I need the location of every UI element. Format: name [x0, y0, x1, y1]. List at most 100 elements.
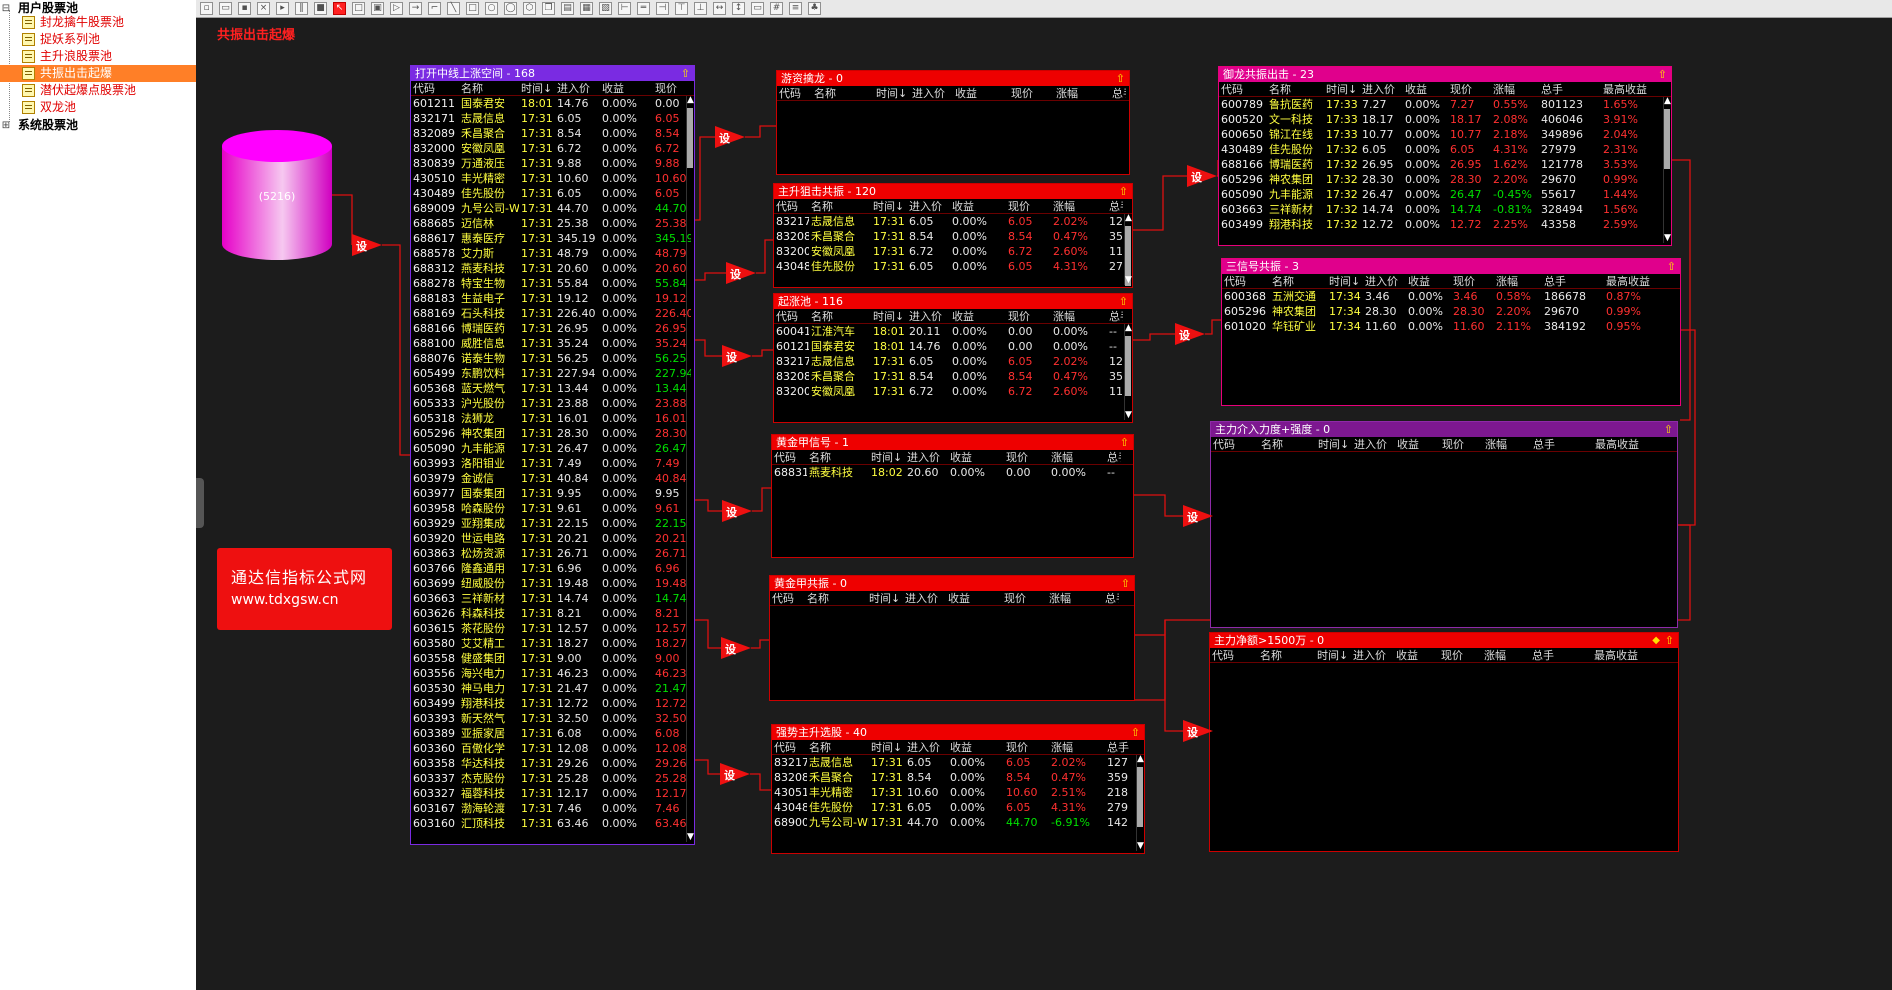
table-row[interactable]: 689009九号公司-WD17:3144.700.00%44.70 [411, 201, 694, 216]
table-row[interactable]: 688312 燕麦科技 17:31 20.60 0.00% 20.60 [411, 261, 694, 276]
set-node-9[interactable]: 设 [1183, 505, 1213, 527]
column-header[interactable]: 时间↓ [1316, 437, 1352, 451]
table-row[interactable]: 600789 鲁抗医药 17:33 7.27 0.00% 7.27 0.55% 801123 1… [1219, 97, 1671, 112]
scroll-up-icon[interactable]: ▲ [1664, 97, 1671, 106]
pool-panel-p2[interactable]: 游资擒龙 - 0⇧代码名称时间↓进入价收益现价涨幅总手 [776, 70, 1130, 175]
scroll-down-icon[interactable]: ▼ [1125, 276, 1132, 285]
table-row[interactable]: 601211国泰君安 18:01 14.76 0.00% 0.00 0.00% -- [774, 339, 1132, 354]
maximize-icon[interactable]: ⇧ [1658, 67, 1667, 82]
panel-header[interactable]: 打开中线上涨空间 - 168 ⇧ [411, 66, 694, 81]
column-header[interactable]: 涨幅 [1494, 274, 1542, 288]
table-row[interactable]: 688183 生益电子 17:31 19.12 0.00% 19.12 [411, 291, 694, 306]
column-header[interactable]: 现价 [1004, 740, 1049, 754]
set-node-2[interactable]: 设 [726, 262, 756, 284]
table-row[interactable]: 832171志晟信息 17:31 6.05 0.00% 6.05 2.02% 127 [772, 755, 1144, 770]
scroll-down-icon[interactable]: ▼ [1664, 234, 1671, 243]
column-header[interactable]: 收益 [1395, 437, 1440, 451]
table-row[interactable]: 832089禾昌聚合 17:31 8.54 0.00% 8.54 0.47% 35 [774, 369, 1132, 384]
scrollbar[interactable]: ▲ ▼ [1124, 324, 1132, 420]
table-row[interactable]: 688685 迈信林 17:31 25.38 0.00% 25.38 [411, 216, 694, 231]
column-header[interactable]: 总手 [1542, 274, 1604, 288]
column-header[interactable]: 进入价 [1363, 274, 1406, 288]
table-row[interactable]: 603626 科森科技 17:31 8.21 0.00% 8.21 [411, 606, 694, 621]
scroll-up-icon[interactable]: ▲ [1137, 755, 1144, 764]
table-row[interactable]: 430489 佳先股份 17:32 6.05 0.00% 6.05 4.31% 27979 2.… [1219, 142, 1671, 157]
maximize-icon[interactable]: ⇧ [1120, 435, 1129, 450]
scroll-down-icon[interactable]: ▼ [687, 833, 694, 842]
column-header[interactable]: 涨幅 [1051, 199, 1107, 213]
panel-header[interactable]: 游资擒龙 - 0 ⇧ [777, 71, 1129, 86]
column-header[interactable]: 总手 [1530, 648, 1592, 662]
table-row[interactable]: 832000安徽凤凰 17:31 6.72 0.00% 6.72 2.60% 11 [774, 384, 1132, 399]
pool-panel-p3[interactable]: 主升狙击共振 - 120⇧代码名称时间↓进入价收益现价涨幅总手832171志晟信… [773, 183, 1133, 288]
column-header[interactable]: 最高收益 [1604, 274, 1664, 288]
pool-panel-p10[interactable]: 主力介入力度+强度 - 0 ⇧ 代码 名称 时间↓ 进入价 收益 现价 涨幅 总手 最高收益 [1210, 421, 1678, 628]
column-header[interactable]: 收益 [1406, 274, 1451, 288]
set-node-3[interactable]: 设 [722, 345, 752, 367]
table-row[interactable]: 688076 诺泰生物 17:31 56.25 0.00% 56.25 [411, 351, 694, 366]
column-header[interactable]: 时间↓ [871, 309, 907, 323]
table-row[interactable]: 600368 五洲交通 17:34 3.46 0.00% 3.46 0.58% 186678 0… [1222, 289, 1680, 304]
column-header[interactable]: 代码 [774, 309, 809, 323]
column-header[interactable]: 涨幅 [1483, 437, 1531, 451]
column-header[interactable]: 进入价 [907, 199, 950, 213]
panel-header[interactable]: 主升狙击共振 - 120 ⇧ [774, 184, 1132, 199]
pool-panel-p5[interactable]: 黄金甲信号 - 1⇧代码名称时间↓进入价收益现价涨幅总手688312燕麦科技18… [771, 434, 1134, 558]
column-header[interactable]: 时间↓ [1327, 274, 1363, 288]
column-header[interactable]: 涨幅 [1051, 309, 1107, 323]
column-header[interactable]: 收益 [948, 740, 1004, 754]
table-row[interactable]: 430489佳先股份 17:31 6.05 0.00% 6.05 4.31% 27 [774, 259, 1132, 274]
column-header[interactable]: 时间↓ [869, 740, 905, 754]
column-header[interactable]: 进入价 [905, 740, 948, 754]
table-row[interactable]: 605318 法狮龙 17:31 16.01 0.00% 16.01 [411, 411, 694, 426]
table-row[interactable]: 430510 丰光精密 17:31 10.60 0.00% 10.60 [411, 171, 694, 186]
table-row[interactable]: 603958 哈森股份 17:31 9.61 0.00% 9.61 [411, 501, 694, 516]
column-header[interactable]: 时间↓ [874, 86, 910, 100]
column-header[interactable]: 名称 [1267, 82, 1324, 96]
table-row[interactable]: 603499 翔港科技 17:31 12.72 0.00% 12.72 [411, 696, 694, 711]
column-header[interactable]: 最高收益 [1601, 82, 1661, 96]
table-row[interactable]: 603393 新天然气 17:31 32.50 0.00% 32.50 [411, 711, 694, 726]
column-header[interactable]: 进入价 [1352, 437, 1395, 451]
column-header[interactable]: 代码 [411, 81, 459, 95]
maximize-icon[interactable]: ⇧ [1665, 633, 1674, 648]
column-header[interactable]: 现价 [1440, 437, 1483, 451]
table-row[interactable]: 688578 艾力斯 17:31 48.79 0.00% 48.79 [411, 246, 694, 261]
column-header[interactable]: 总手 [1107, 199, 1123, 213]
table-row[interactable]: 688312燕麦科技 18:02 20.60 0.00% 0.00 0.00% -- [772, 465, 1133, 480]
column-header[interactable]: 名称 [809, 199, 871, 213]
column-header[interactable]: 名称 [807, 740, 869, 754]
set-node-5[interactable]: 设 [721, 637, 751, 659]
table-row[interactable]: 430489 佳先股份 17:31 6.05 0.00% 6.05 [411, 186, 694, 201]
table-row[interactable]: 605333 沪光股份 17:31 23.88 0.00% 23.88 [411, 396, 694, 411]
column-header[interactable]: 进入价 [1360, 82, 1403, 96]
column-header[interactable]: 涨幅 [1047, 591, 1103, 605]
column-header[interactable]: 总手 [1107, 309, 1123, 323]
set-node-7[interactable]: 设 [1187, 165, 1217, 187]
table-row[interactable]: 605296 神农集团 17:34 28.30 0.00% 28.30 2.20% 29670… [1222, 304, 1680, 319]
scrollbar[interactable]: ▲ ▼ [1124, 214, 1132, 286]
table-row[interactable]: 605090 九丰能源 17:32 26.47 0.00% 26.47 -0.45% 5561… [1219, 187, 1671, 202]
column-header[interactable]: 进入价 [555, 81, 600, 95]
table-row[interactable]: 603979 金诚信 17:31 40.84 0.00% 40.84 [411, 471, 694, 486]
column-header[interactable]: 最高收益 [1592, 648, 1652, 662]
column-header[interactable]: 总手 [1531, 437, 1593, 451]
pool-panel-p4[interactable]: 起涨池 - 116⇧代码名称时间↓进入价收益现价涨幅总手600418江淮汽车18… [773, 293, 1133, 423]
maximize-icon[interactable]: ⇧ [1664, 422, 1673, 437]
diamond-icon[interactable]: ◆ [1652, 633, 1660, 648]
table-row[interactable]: 603977 国泰集团 17:31 9.95 0.00% 9.95 [411, 486, 694, 501]
table-row[interactable]: 832171志晟信息 17:31 6.05 0.00% 6.05 2.02% 12 [774, 354, 1132, 369]
table-row[interactable]: 603863 松炀资源 17:31 26.71 0.00% 26.71 [411, 546, 694, 561]
column-header[interactable]: 进入价 [903, 591, 946, 605]
table-row[interactable]: 603558 健盛集团 17:31 9.00 0.00% 9.00 [411, 651, 694, 666]
set-node-4[interactable]: 设 [722, 500, 752, 522]
table-row[interactable]: 605499 东鹏饮料 17:31 227.94 0.00% 227.94 [411, 366, 694, 381]
table-row[interactable]: 603530 神马电力 17:31 21.47 0.00% 21.47 [411, 681, 694, 696]
table-row[interactable]: 830839 万通液压 17:31 9.88 0.00% 9.88 [411, 156, 694, 171]
table-row[interactable]: 603358 华达科技 17:31 29.26 0.00% 29.26 [411, 756, 694, 771]
panel-header[interactable]: 主力净额>1500万 - 0 ◆ ⇧ [1210, 633, 1678, 648]
collapse-handle[interactable] [196, 478, 204, 528]
column-header[interactable]: 代码 [777, 86, 812, 100]
column-header[interactable]: 名称 [805, 591, 867, 605]
column-header[interactable]: 总手 [1539, 82, 1601, 96]
